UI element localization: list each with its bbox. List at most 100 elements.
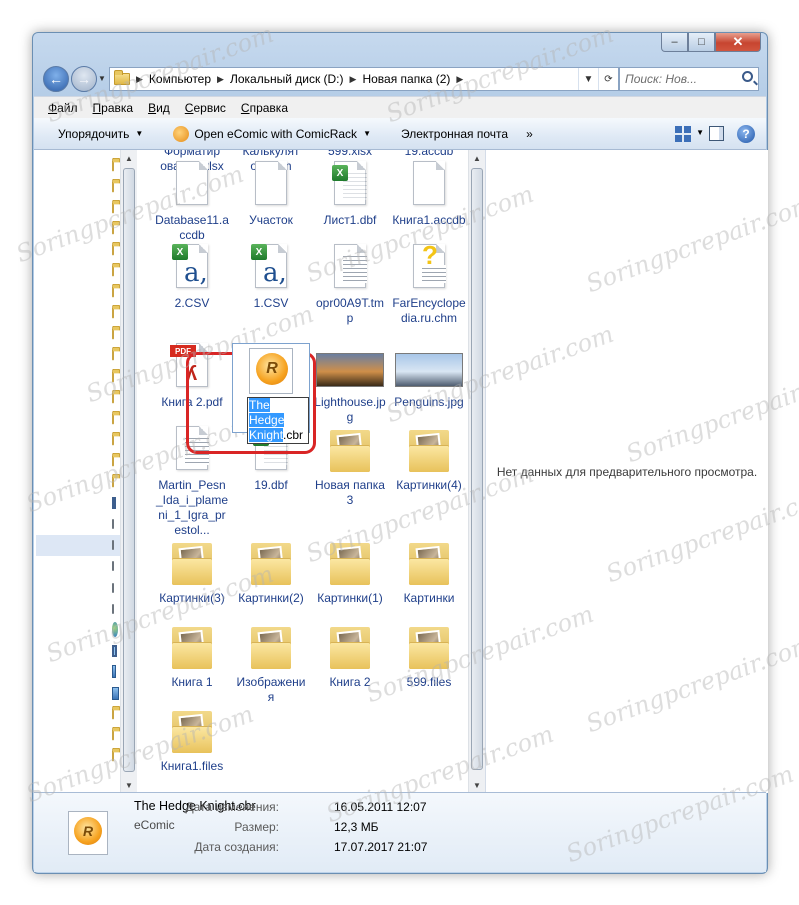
file-item[interactable]: Картинки(4) — [390, 426, 468, 493]
email-button[interactable]: Электронная почта — [401, 127, 508, 141]
rename-extension: .cbr — [283, 428, 304, 442]
file-item[interactable]: Участок — [232, 161, 310, 228]
tmp-doc-icon — [330, 244, 370, 292]
address-row: ← → ▼ ▶ Компьютер ▶ Локальный диск (D:) … — [41, 64, 759, 94]
file-item[interactable]: Lighthouse.jpg — [311, 343, 389, 425]
folder-icon — [330, 623, 370, 671]
file-item[interactable]: Картинки — [390, 539, 468, 606]
nav-item[interactable]: Ло — [36, 598, 130, 619]
file-list-scrollbar[interactable]: ▲ ▼ — [468, 150, 485, 793]
nav-item[interactable]: Изо — [34, 303, 130, 324]
breadcrumb-disk[interactable]: Локальный диск (D:) — [230, 72, 344, 86]
file-item[interactable]: Изображения — [232, 623, 310, 705]
navigation-scrollbar[interactable]: ▲ ▼ — [120, 150, 137, 793]
nav-item[interactable]: Do — [34, 155, 130, 176]
history-dropdown[interactable]: ▼ — [98, 74, 106, 83]
file-item[interactable]: ? FarEncyclopedia.ru.chm — [390, 242, 468, 326]
nav-item[interactable]: Tra — [34, 218, 130, 239]
menu-help[interactable]: Справка — [241, 101, 288, 115]
file-item[interactable]: X Лист1.dbf — [311, 161, 389, 228]
nav-item[interactable]: Мс — [34, 387, 130, 408]
breadcrumb-separator[interactable]: ▶ — [136, 74, 143, 85]
file-item[interactable]: Database11.accdb — [153, 161, 231, 243]
file-item[interactable]: R The Hedge Knight.cbr — [232, 343, 310, 444]
file-item[interactable]: Картинки(1) — [311, 539, 389, 606]
file-list: Форматир ование.xlsxКалькулят ор.xlsm599… — [137, 150, 468, 793]
menu-file[interactable]: Файл — [48, 101, 78, 115]
nav-item[interactable]: Раб — [34, 429, 130, 450]
nav-item[interactable]: Со — [34, 450, 130, 471]
nav-item[interactable]: Ло — [36, 514, 130, 535]
file-item[interactable]: Картинки(3) — [153, 539, 231, 606]
nav-item[interactable]: Со — [34, 472, 130, 493]
change-view-icon[interactable] — [675, 126, 691, 142]
nav-item[interactable]: Oper — [42, 725, 130, 746]
file-item[interactable]: 599.xlsx — [311, 150, 389, 159]
refresh-icon[interactable]: ⟳ — [598, 68, 618, 90]
file-item[interactable]: Книга 2 — [311, 623, 389, 690]
nav-item[interactable]: Ком — [34, 324, 130, 345]
breadcrumb-separator[interactable]: ▶ — [350, 74, 357, 85]
open-with-comicrack-button[interactable]: Open eComic with ComicRack ▼ — [173, 125, 371, 142]
address-dropdown-icon[interactable]: ▼ — [578, 68, 598, 90]
file-item[interactable]: 599.files — [390, 623, 468, 690]
nav-item[interactable]: Ло — [36, 534, 130, 556]
nav-item[interactable]: Заг — [34, 261, 130, 282]
file-name: Изображения — [236, 675, 306, 704]
breadcrumb-folder[interactable]: Новая папка (2) — [362, 72, 450, 86]
file-item[interactable]: Penguins.jpg — [390, 343, 468, 410]
file-item[interactable]: Новая папка 3 — [311, 426, 389, 508]
rename-field[interactable]: The Hedge Knight.cbr — [247, 397, 309, 444]
file-item[interactable]: Картинки(2) — [232, 539, 310, 606]
file-item[interactable]: Книга1.files — [153, 707, 231, 774]
computer-icon — [112, 497, 116, 510]
nav-item[interactable]: Virt — [34, 239, 130, 260]
back-button[interactable]: ← — [43, 66, 69, 92]
menu-view[interactable]: Вид — [148, 101, 170, 115]
open-with-label: Open eComic with ComicRack — [194, 126, 358, 141]
file-item[interactable]: opr00A9T.tmp — [311, 244, 389, 326]
breadcrumb-separator[interactable]: ▶ — [456, 74, 463, 85]
menu-tools[interactable]: Сервис — [185, 101, 226, 115]
generic-icon — [112, 686, 120, 700]
breadcrumb-separator[interactable]: ▶ — [217, 74, 224, 85]
nav-item[interactable]: DV — [36, 577, 130, 598]
organize-button[interactable]: Упорядочить ▼ — [58, 127, 143, 141]
breadcrumb-computer[interactable]: Компьютер — [149, 72, 211, 86]
preview-pane-icon[interactable] — [709, 126, 724, 141]
file-item[interactable]: Книга 1 — [153, 623, 231, 690]
nav-item[interactable]: Мс — [34, 366, 130, 387]
file-name: FarEncyclopedia.ru.chm — [392, 296, 466, 325]
scroll-up-icon[interactable]: ▲ — [469, 150, 485, 166]
scroll-down-icon[interactable]: ▼ — [121, 777, 137, 793]
nav-item[interactable]: dw — [34, 176, 130, 197]
file-item[interactable]: Xa, 1.CSV — [232, 244, 310, 311]
file-item[interactable]: 19.accdb — [390, 150, 468, 159]
folder-icon — [112, 431, 121, 446]
minimize-button[interactable]: ‒ — [661, 33, 688, 52]
nav-item[interactable]: ПК — [42, 640, 130, 661]
help-icon[interactable]: ? — [737, 125, 755, 143]
scroll-thumb[interactable] — [471, 168, 483, 770]
nav-item[interactable]: Мс — [34, 345, 130, 366]
nav-item[interactable]: Whit — [42, 704, 130, 725]
file-item[interactable]: Xa, 2.CSV — [153, 244, 231, 311]
scroll-up-icon[interactable]: ▲ — [121, 150, 137, 166]
nav-item[interactable]: Изб — [34, 282, 130, 303]
nav-item[interactable]: По — [34, 408, 130, 429]
close-button[interactable]: ✕ — [715, 33, 761, 52]
search-input[interactable]: Поиск: Нов... — [619, 67, 759, 91]
view-dropdown-icon[interactable]: ▼ — [696, 128, 704, 137]
forward-button[interactable]: → — [71, 66, 97, 92]
address-bar[interactable]: ▶ Компьютер ▶ Локальный диск (D:) ▶ Нова… — [109, 67, 619, 91]
folder-icon — [112, 326, 121, 340]
more-commands-button[interactable]: » — [526, 127, 533, 141]
file-item[interactable]: Книга1.accdb — [390, 161, 468, 228]
nav-item[interactable]: IBM — [34, 197, 130, 218]
scroll-down-icon[interactable]: ▼ — [469, 777, 485, 793]
nav-item[interactable]: Ло — [36, 556, 130, 577]
scroll-thumb[interactable] — [123, 168, 135, 772]
menu-edit[interactable]: Правка — [93, 101, 134, 115]
nav-item[interactable]: Tor B — [42, 746, 130, 767]
maximize-button[interactable]: □ — [688, 33, 715, 52]
